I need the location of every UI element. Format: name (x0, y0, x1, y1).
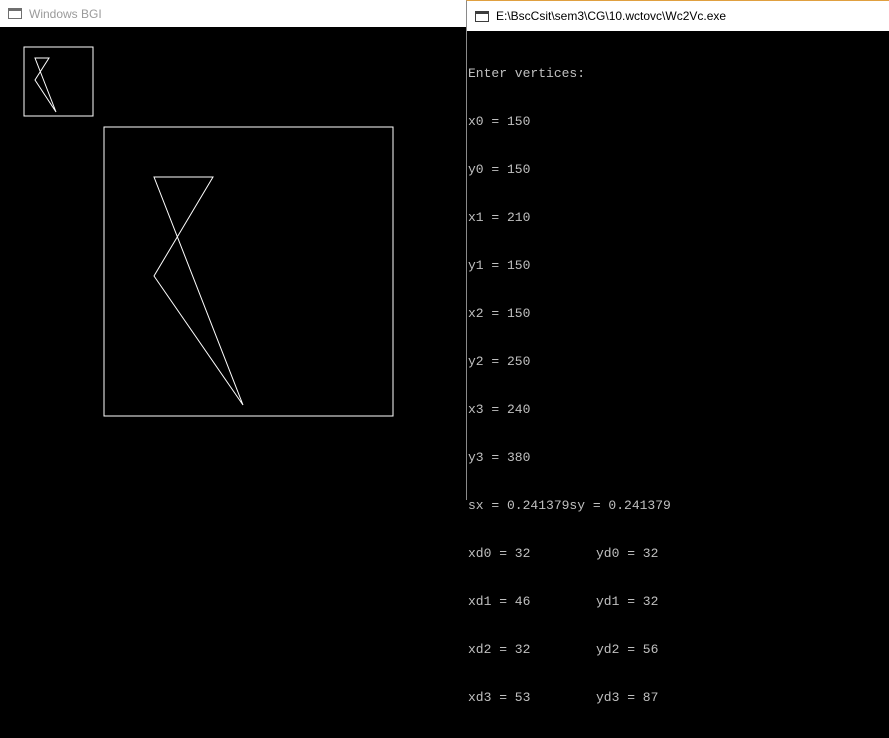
console-line: y2 = 250 (468, 354, 531, 369)
console-window: E:\BscCsit\sem3\CG\10.wctovc\Wc2Vc.exe E… (466, 0, 889, 705)
yd-value: yd2 = 56 (596, 642, 659, 657)
console-window-title: E:\BscCsit\sem3\CG\10.wctovc\Wc2Vc.exe (496, 9, 727, 23)
yd-value: yd3 = 87 (596, 690, 659, 705)
viewport-rect (23, 46, 94, 117)
xd-value: xd3 = 53 (468, 690, 531, 705)
viewport-polygon (34, 57, 57, 113)
window-rect (103, 126, 394, 417)
xd-value: xd2 = 32 (468, 642, 531, 657)
window-polygon (153, 176, 244, 406)
window-app-icon (475, 10, 489, 22)
console-line: x1 = 210 (468, 210, 531, 225)
bgi-canvas (0, 27, 466, 500)
console-output: Enter vertices: x0 = 150 y0 = 150 x1 = 2… (467, 32, 889, 705)
graphics-svg (23, 46, 394, 417)
console-line: Enter vertices: (468, 66, 586, 81)
bgi-window-title: Windows BGI (29, 6, 102, 21)
console-line: x2 = 150 (468, 306, 531, 321)
yd-value: yd0 = 32 (596, 546, 659, 561)
console-line: x0 = 150 (468, 114, 531, 129)
console-pair-line: xd3 = 53 yd3 = 87 (468, 690, 889, 706)
yd-value: yd1 = 32 (596, 594, 659, 609)
console-pair-line: xd1 = 46 yd1 = 32 (468, 594, 889, 610)
console-pair-line: xd0 = 32 yd0 = 32 (468, 546, 889, 562)
console-pair-line: xd2 = 32 yd2 = 56 (468, 642, 889, 658)
console-line: sx = 0.241379sy = 0.241379 (468, 498, 671, 513)
bgi-titlebar[interactable]: Windows BGI (0, 0, 466, 27)
xd-value: xd0 = 32 (468, 546, 531, 561)
console-line: y0 = 150 (468, 162, 531, 177)
window-app-icon (8, 8, 22, 19)
console-titlebar[interactable]: E:\BscCsit\sem3\CG\10.wctovc\Wc2Vc.exe (467, 1, 889, 31)
console-line: y3 = 380 (468, 450, 531, 465)
console-line: y1 = 150 (468, 258, 531, 273)
console-line: x3 = 240 (468, 402, 531, 417)
bgi-window: Windows BGI (0, 0, 466, 500)
xd-value: xd1 = 46 (468, 594, 531, 609)
